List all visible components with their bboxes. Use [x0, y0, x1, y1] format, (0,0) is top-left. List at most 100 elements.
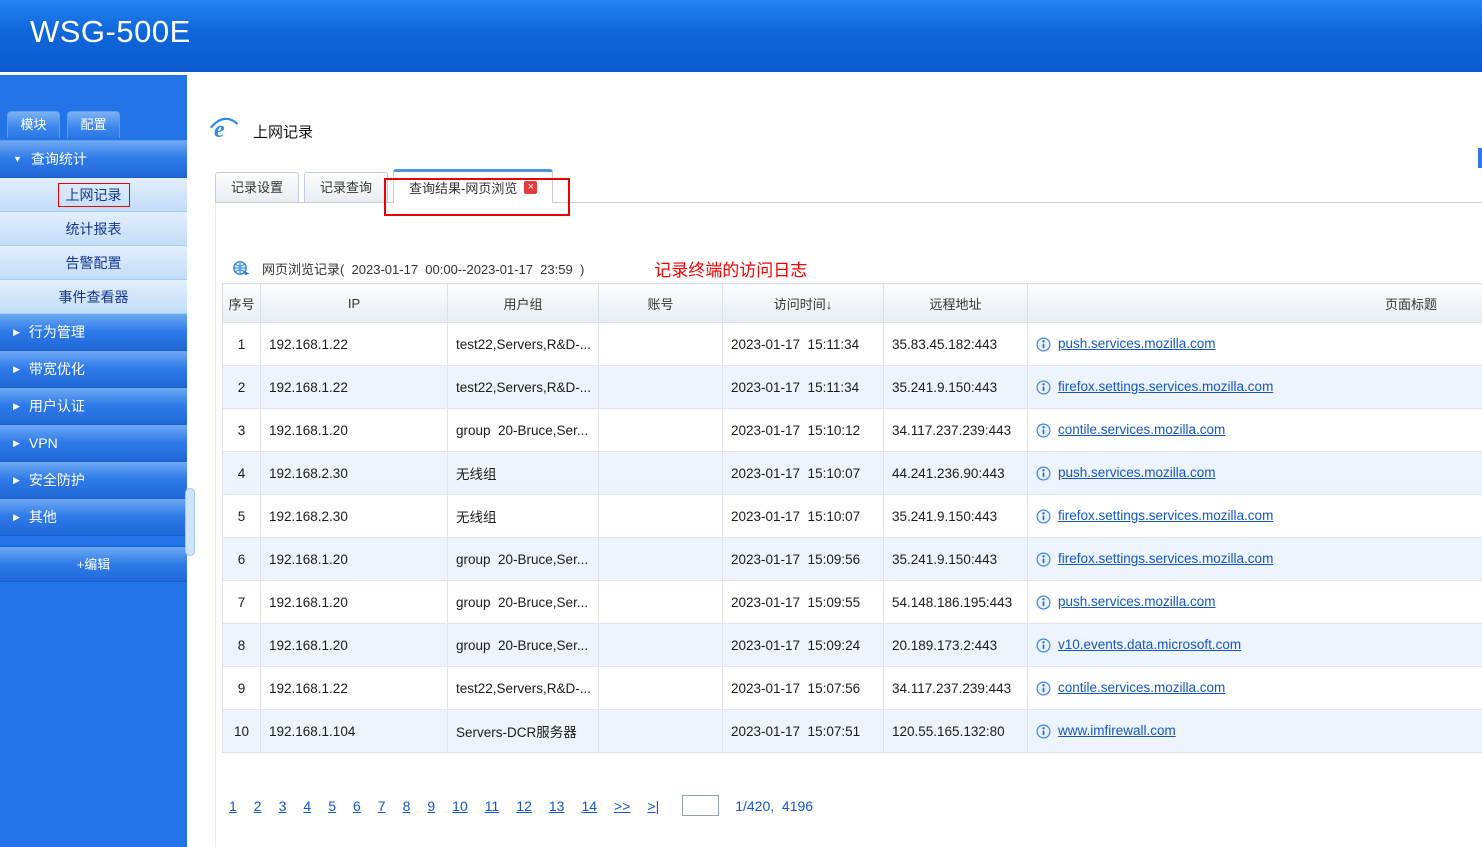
- triangle-right-icon: ▶: [13, 365, 20, 374]
- sidebar: 模块 配置 ▼ 查询统计 上网记录 统计报表 告警配置 事件查看器 ▶ 行为管理…: [0, 72, 187, 847]
- col-user-group: 用户组: [448, 284, 599, 323]
- right-edge-accent: [1478, 148, 1482, 168]
- cell-remote: 35.241.9.150:443: [884, 495, 1028, 538]
- page-link[interactable]: 3: [279, 798, 287, 814]
- cell-page-title: contile.services.mozilla.com: [1028, 409, 1482, 452]
- cell-no: 8: [223, 624, 261, 667]
- table-row: 9192.168.1.22test22,Servers,R&D-...2023-…: [223, 667, 1482, 710]
- page-link[interactable]: 10: [452, 798, 468, 814]
- info-icon: [1036, 724, 1051, 739]
- submenu-query-statistics: 上网记录 统计报表 告警配置 事件查看器: [0, 178, 187, 314]
- cell-group: 无线组: [448, 452, 599, 495]
- tabstrip: 记录设置 记录查询 查询结果-网页浏览 ×: [215, 169, 1482, 203]
- cell-remote: 120.55.165.132:80: [884, 710, 1028, 753]
- sidebar-group-others[interactable]: ▶ 其他: [0, 499, 187, 536]
- cell-page-title: firefox.settings.services.mozilla.com: [1028, 495, 1482, 538]
- page-link[interactable]: 5: [328, 798, 336, 814]
- cell-remote: 44.241.236.90:443: [884, 452, 1028, 495]
- cell-time: 2023-01-17 15:07:51: [723, 710, 884, 753]
- cell-time: 2023-01-17 15:11:34: [723, 366, 884, 409]
- tab-query-results-web-browsing[interactable]: 查询结果-网页浏览 ×: [393, 169, 553, 203]
- sidebar-collapse-handle[interactable]: [185, 488, 195, 556]
- cell-group: Servers-DCR服务器: [448, 710, 599, 753]
- cell-account: [599, 323, 723, 366]
- cell-no: 9: [223, 667, 261, 710]
- selected-item-highlight: 上网记录: [58, 183, 130, 207]
- group-label: 安全防护: [29, 470, 85, 490]
- cell-remote: 54.148.186.195:443: [884, 581, 1028, 624]
- page-title-link[interactable]: www.imfirewall.com: [1058, 723, 1176, 738]
- page-link[interactable]: 4: [303, 798, 311, 814]
- sidebar-group-query-statistics[interactable]: ▼ 查询统计: [0, 141, 187, 178]
- cell-remote: 20.189.173.2:443: [884, 624, 1028, 667]
- page-link[interactable]: 6: [353, 798, 361, 814]
- next-pages-link[interactable]: >>: [614, 798, 630, 814]
- cell-account: [599, 667, 723, 710]
- sidebar-tab-config[interactable]: 配置: [67, 111, 120, 138]
- pagination-pages: 1234567891011121314: [229, 798, 614, 814]
- page-link[interactable]: 2: [254, 798, 262, 814]
- page-title-link[interactable]: push.services.mozilla.com: [1058, 594, 1216, 609]
- page-link[interactable]: 13: [549, 798, 565, 814]
- record-range-text: 网页浏览记录( 2023-01-17 00:00--2023-01-17 23:…: [262, 259, 584, 278]
- sidebar-item-event-viewer[interactable]: 事件查看器: [0, 280, 187, 314]
- triangle-right-icon: ▶: [13, 476, 20, 485]
- page-title-link[interactable]: firefox.settings.services.mozilla.com: [1058, 508, 1273, 523]
- page-title-link[interactable]: contile.services.mozilla.com: [1058, 680, 1225, 695]
- page-number-input[interactable]: [682, 795, 719, 816]
- page-title-link[interactable]: v10.events.data.microsoft.com: [1058, 637, 1241, 652]
- last-page-link[interactable]: >|: [647, 798, 659, 814]
- page-title-link[interactable]: firefox.settings.services.mozilla.com: [1058, 379, 1273, 394]
- triangle-right-icon: ▶: [13, 513, 20, 522]
- sidebar-edit-button[interactable]: +编辑: [0, 546, 187, 582]
- table-row: 4192.168.2.30无线组2023-01-17 15:10:0744.24…: [223, 452, 1482, 495]
- page-link[interactable]: 14: [581, 798, 597, 814]
- tab-record-query[interactable]: 记录查询: [304, 172, 388, 202]
- page-link[interactable]: 1: [229, 798, 237, 814]
- sidebar-group-bandwidth-optimization[interactable]: ▶ 带宽优化: [0, 351, 187, 388]
- page-title-link[interactable]: push.services.mozilla.com: [1058, 336, 1216, 351]
- panel-left-border: [215, 203, 216, 847]
- table-row: 10192.168.1.104Servers-DCR服务器 2023-01-17 …: [223, 710, 1482, 753]
- sidebar-group-security-protection[interactable]: ▶ 安全防护: [0, 462, 187, 499]
- info-icon: [1036, 423, 1051, 438]
- cell-account: [599, 624, 723, 667]
- sidebar-group-vpn[interactable]: ▶ VPN: [0, 425, 187, 462]
- close-tab-icon[interactable]: ×: [524, 181, 537, 194]
- sidebar-item-statistics-report[interactable]: 统计报表: [0, 212, 187, 246]
- page-link[interactable]: 7: [378, 798, 386, 814]
- sidebar-tab-modules[interactable]: 模块: [7, 111, 60, 138]
- cell-account: [599, 409, 723, 452]
- page-title-link[interactable]: contile.services.mozilla.com: [1058, 422, 1225, 437]
- cell-ip: 192.168.1.104: [261, 710, 448, 753]
- app-header: WSG-500E: [0, 0, 1482, 72]
- cell-no: 10: [223, 710, 261, 753]
- cell-ip: 192.168.2.30: [261, 452, 448, 495]
- cell-ip: 192.168.1.22: [261, 323, 448, 366]
- col-remote-address: 远程地址: [884, 284, 1028, 323]
- sidebar-item-internet-records[interactable]: 上网记录: [0, 178, 187, 212]
- info-icon: [1036, 681, 1051, 696]
- sidebar-group-user-authentication[interactable]: ▶ 用户认证: [0, 388, 187, 425]
- cell-group: test22,Servers,R&D-...: [448, 366, 599, 409]
- page-link[interactable]: 9: [427, 798, 435, 814]
- info-icon: [1036, 552, 1051, 567]
- page-link[interactable]: 11: [485, 798, 500, 814]
- cell-time: 2023-01-17 15:09:55: [723, 581, 884, 624]
- sidebar-group-behavior-management[interactable]: ▶ 行为管理: [0, 314, 187, 351]
- page-title-link[interactable]: firefox.settings.services.mozilla.com: [1058, 551, 1273, 566]
- cell-account: [599, 581, 723, 624]
- tab-record-settings[interactable]: 记录设置: [215, 172, 299, 202]
- cell-page-title: v10.events.data.microsoft.com: [1028, 624, 1482, 667]
- cell-group: test22,Servers,R&D-...: [448, 323, 599, 366]
- sidebar-item-alarm-config[interactable]: 告警配置: [0, 246, 187, 280]
- info-icon: [1036, 337, 1051, 352]
- page-title-link[interactable]: push.services.mozilla.com: [1058, 465, 1216, 480]
- cell-no: 1: [223, 323, 261, 366]
- cell-group: 无线组: [448, 495, 599, 538]
- page-link[interactable]: 8: [403, 798, 411, 814]
- page-link[interactable]: 12: [516, 798, 532, 814]
- table-row: 8192.168.1.20group 20-Bruce,Ser...2023-0…: [223, 624, 1482, 667]
- sidebar-menu: ▼ 查询统计 上网记录 统计报表 告警配置 事件查看器 ▶ 行为管理 ▶ 带宽优…: [0, 140, 187, 536]
- col-access-time-sort[interactable]: 访问时间↓: [723, 284, 884, 323]
